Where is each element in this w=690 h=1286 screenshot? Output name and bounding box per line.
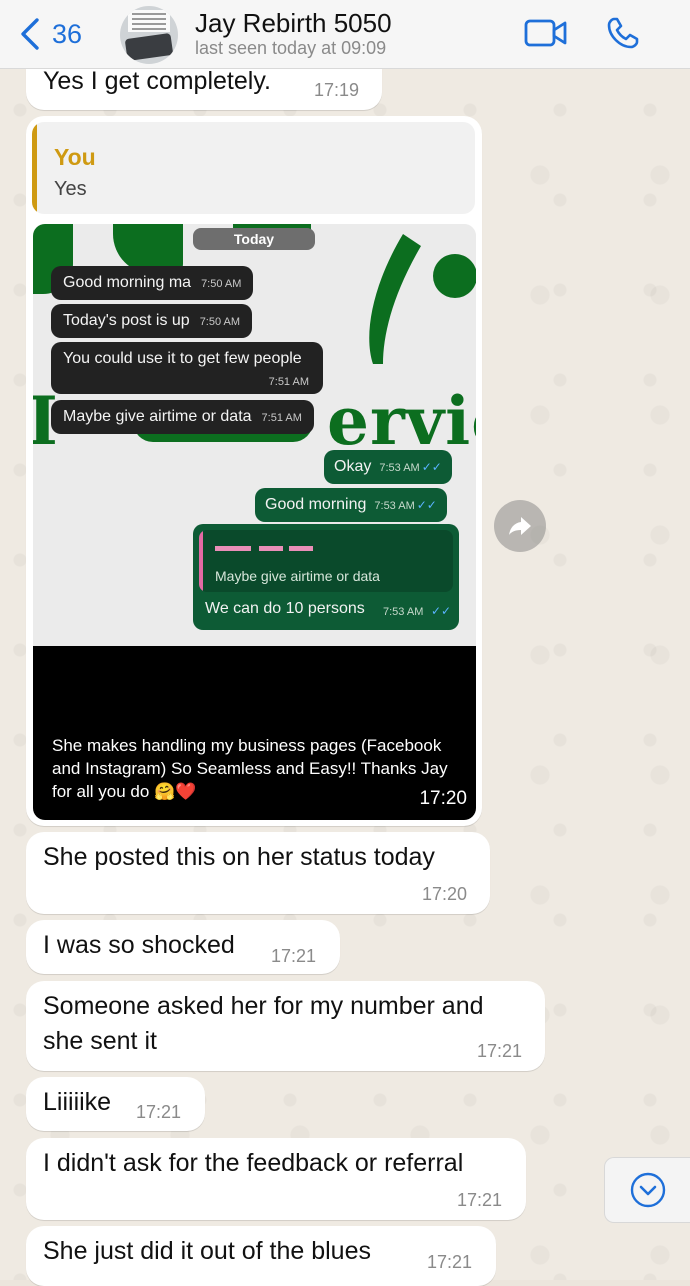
message-time: 17:21 xyxy=(136,1102,182,1122)
avatar[interactable] xyxy=(120,6,178,64)
message-bubble[interactable]: Someone asked her for my number and she … xyxy=(26,981,545,1071)
message-bubble[interactable]: I was so shocked 17:21 xyxy=(26,920,340,974)
message-time: 17:21 xyxy=(271,946,317,966)
forward-arrow-icon xyxy=(509,517,531,535)
quote-text: Yes xyxy=(54,178,87,200)
message-time: 17:19 xyxy=(314,80,360,100)
screenshot-outgoing-msg: Okay 7:53 AM ✓✓ xyxy=(324,450,452,484)
message-text: Someone asked her for my number and xyxy=(43,992,484,1020)
screenshot-incoming-msg: Good morning ma 7:50 AM xyxy=(51,266,254,300)
screenshot-outgoing-msg: Good morning 7:53 AM ✓✓ xyxy=(255,488,447,522)
shared-screenshot-image[interactable]: I ervic Today Good morning ma7:50 AM Tod… xyxy=(33,224,476,820)
date-label: Today xyxy=(193,228,315,250)
phone-icon[interactable] xyxy=(606,16,640,50)
video-call-icon[interactable] xyxy=(524,16,568,50)
message-time: 17:20 xyxy=(422,884,468,904)
unread-count: 36 xyxy=(52,18,83,49)
reply-image-message[interactable]: You Yes I ervic Today Good morning ma7:5… xyxy=(26,116,482,826)
message-text: She just did it out of the blues xyxy=(43,1237,371,1265)
back-button[interactable]: 36 xyxy=(18,14,82,54)
chevron-left-icon xyxy=(21,18,39,50)
message-bubble[interactable]: I didn't ask for the feedback or referra… xyxy=(26,1138,526,1220)
screenshot-incoming-msg: Maybe give airtime or data 7:51 AM xyxy=(51,400,314,434)
message-text: I didn't ask for the feedback or referra… xyxy=(43,1149,464,1177)
quote-author: You xyxy=(54,144,96,170)
quoted-message[interactable]: You Yes xyxy=(32,122,475,214)
message-text: She posted this on her status today xyxy=(43,843,435,871)
message-time: 17:21 xyxy=(457,1190,503,1210)
image-caption: She makes handling my business pages (Fa… xyxy=(52,736,448,801)
chevron-down-circle-icon xyxy=(630,1172,666,1208)
message-text: Yes I get completely. xyxy=(43,67,271,95)
message-bubble[interactable]: She posted this on her status today 17:2… xyxy=(26,832,490,914)
message-time: 17:21 xyxy=(477,1041,523,1061)
message-bubble[interactable]: She just did it out of the blues 17:21 xyxy=(26,1226,496,1286)
message-text: she sent it xyxy=(43,1027,157,1055)
chat-header: 36 Jay Rebirth 5050 last seen today at 0… xyxy=(0,0,690,69)
forward-button[interactable] xyxy=(494,500,546,552)
screenshot-incoming-msg: Today's post is up 7:50 AM xyxy=(51,304,253,338)
message-time: 17:21 xyxy=(427,1252,473,1272)
contact-name[interactable]: Jay Rebirth 5050 xyxy=(195,8,392,39)
last-seen-status: last seen today at 09:09 xyxy=(195,38,387,58)
message-bubble[interactable]: Liiiiike 17:21 xyxy=(26,1077,205,1131)
screenshot-outgoing-reply: Maybe give airtime or data We can do 10 … xyxy=(193,524,459,630)
scroll-to-bottom-button[interactable] xyxy=(604,1157,690,1223)
message-time: 17:20 xyxy=(419,788,467,809)
screenshot-incoming-msg: You could use it to get few people 7:51 A… xyxy=(51,342,323,394)
message-text: I was so shocked xyxy=(43,931,235,959)
message-text: Liiiiike xyxy=(43,1088,112,1116)
